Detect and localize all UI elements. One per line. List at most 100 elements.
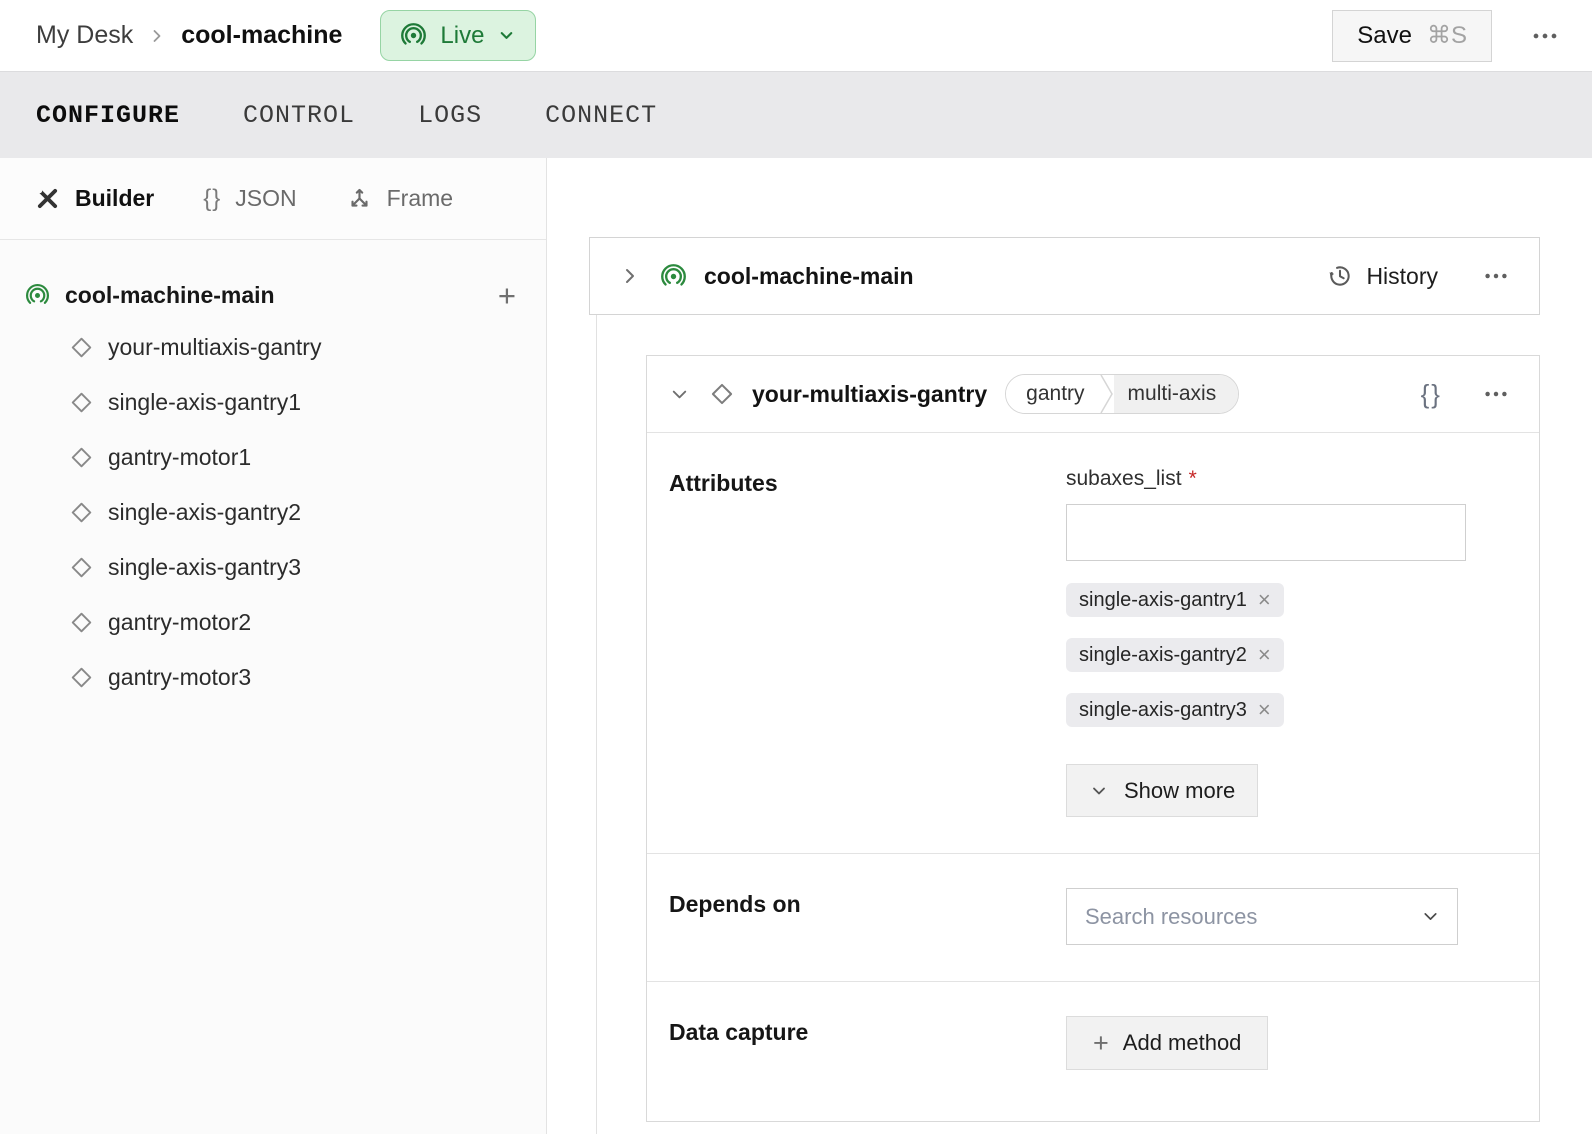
- live-status-dropdown[interactable]: Live: [380, 10, 536, 61]
- show-more-button[interactable]: Show more: [1066, 764, 1258, 817]
- tab-control[interactable]: CONTROL: [243, 101, 355, 130]
- component-overflow-menu-button[interactable]: [1478, 376, 1514, 412]
- machine-part-card: cool-machine-main History: [589, 237, 1540, 315]
- configure-page: Builder {} JSON Frame: [0, 158, 1592, 1134]
- broadcast-icon: [660, 263, 687, 290]
- history-clock-icon: [1327, 263, 1353, 289]
- chip-single-axis-gantry2: single-axis-gantry2 ×: [1066, 638, 1284, 672]
- collapse-component-chevron-down-icon[interactable]: [668, 383, 691, 406]
- component-diamond-icon: [68, 609, 95, 636]
- breadcrumb: My Desk cool-machine: [36, 21, 342, 50]
- save-shortcut-hint: ⌘S: [1427, 21, 1467, 50]
- tree-item-label: single-axis-gantry1: [108, 389, 301, 416]
- breadcrumb-parent-link[interactable]: My Desk: [36, 21, 133, 50]
- tree-item-single-axis-gantry1[interactable]: single-axis-gantry1: [25, 375, 522, 430]
- braces-icon: {}: [203, 185, 221, 213]
- tree-item-label: gantry-motor1: [108, 444, 251, 471]
- add-resource-button[interactable]: +: [492, 280, 522, 311]
- chevron-down-icon: [1089, 781, 1109, 801]
- component-card-title: your-multiaxis-gantry: [752, 381, 987, 408]
- save-button-label: Save: [1357, 22, 1412, 50]
- component-diamond-icon: [68, 554, 95, 581]
- ellipsis-icon: [1530, 21, 1560, 51]
- component-card-your-multiaxis-gantry: your-multiaxis-gantry gantry multi-axis …: [646, 355, 1540, 1122]
- broadcast-icon: [400, 22, 427, 49]
- remove-chip-close-icon[interactable]: ×: [1258, 589, 1271, 611]
- attributes-section: Attributes subaxes_list * single-axis-ga…: [647, 433, 1539, 853]
- chip-single-axis-gantry3: single-axis-gantry3 ×: [1066, 693, 1284, 727]
- machine-name: cool-machine: [181, 21, 342, 50]
- tree-item-single-axis-gantry3[interactable]: single-axis-gantry3: [25, 540, 522, 595]
- tree-item-gantry-motor3[interactable]: gantry-motor3: [25, 650, 522, 705]
- resource-sidebar: Builder {} JSON Frame: [0, 158, 547, 1134]
- component-diamond-icon: [68, 664, 95, 691]
- tree-item-your-multiaxis-gantry[interactable]: your-multiaxis-gantry: [25, 320, 522, 375]
- main-nav-tabs: CONFIGURE CONTROL LOGS CONNECT: [0, 71, 1592, 158]
- tab-configure[interactable]: CONFIGURE: [36, 101, 180, 130]
- machine-resource-tree: cool-machine-main + your-multiaxis-gantr…: [0, 240, 546, 705]
- attributes-section-body: subaxes_list * single-axis-gantry1 × sin…: [1066, 467, 1466, 817]
- tree-item-gantry-motor2[interactable]: gantry-motor2: [25, 595, 522, 650]
- chip-single-axis-gantry1: single-axis-gantry1 ×: [1066, 583, 1284, 617]
- tree-item-label: your-multiaxis-gantry: [108, 334, 321, 361]
- remove-chip-close-icon[interactable]: ×: [1258, 699, 1271, 721]
- view-mode-frame-label: Frame: [387, 185, 453, 212]
- required-marker: *: [1189, 467, 1197, 491]
- live-status-label: Live: [440, 22, 484, 50]
- chevron-down-icon: [497, 26, 516, 45]
- tree-root-row[interactable]: cool-machine-main +: [25, 270, 522, 320]
- crossed-tools-icon: [34, 185, 61, 212]
- tree-item-gantry-motor1[interactable]: gantry-motor1: [25, 430, 522, 485]
- remove-chip-close-icon[interactable]: ×: [1258, 644, 1271, 666]
- data-capture-section-label: Data capture: [669, 1016, 1066, 1070]
- view-mode-frame[interactable]: Frame: [346, 185, 453, 212]
- part-card-actions: History: [1327, 258, 1514, 294]
- tree-item-label: single-axis-gantry2: [108, 499, 301, 526]
- depends-on-section-label: Depends on: [669, 888, 1066, 945]
- tree-item-single-axis-gantry2[interactable]: single-axis-gantry2: [25, 485, 522, 540]
- tab-logs[interactable]: LOGS: [418, 101, 482, 130]
- tree-item-label: gantry-motor3: [108, 664, 251, 691]
- chevron-down-icon: [1420, 906, 1441, 927]
- history-button[interactable]: History: [1327, 263, 1438, 290]
- edit-json-braces-icon[interactable]: {}: [1421, 379, 1442, 410]
- component-type-model-badge: gantry multi-axis: [1005, 374, 1239, 414]
- frame-axes-icon: [346, 185, 373, 212]
- view-mode-builder[interactable]: Builder: [34, 185, 154, 212]
- component-card-header: your-multiaxis-gantry gantry multi-axis …: [647, 356, 1539, 433]
- select-placeholder: Search resources: [1085, 904, 1257, 930]
- plus-icon: +: [1093, 1030, 1109, 1057]
- subaxes-list-field-label: subaxes_list *: [1066, 467, 1466, 491]
- component-diamond-icon: [68, 499, 95, 526]
- subaxes-list-input[interactable]: [1066, 504, 1466, 561]
- nesting-guide-line: [596, 315, 597, 1134]
- show-more-label: Show more: [1124, 778, 1235, 804]
- add-method-button[interactable]: + Add method: [1066, 1016, 1268, 1070]
- expand-part-chevron-right-icon[interactable]: [618, 264, 642, 288]
- depends-on-resource-select[interactable]: Search resources: [1066, 888, 1458, 945]
- component-api-badge: gantry: [1006, 375, 1098, 413]
- component-diamond-icon: [68, 444, 95, 471]
- depends-on-section: Depends on Search resources: [647, 853, 1539, 981]
- view-mode-toggle: Builder {} JSON Frame: [0, 158, 546, 240]
- save-button[interactable]: Save ⌘S: [1332, 10, 1492, 62]
- ellipsis-icon: [1482, 380, 1510, 408]
- tab-connect[interactable]: CONNECT: [545, 101, 657, 130]
- depends-on-section-body: Search resources: [1066, 888, 1466, 945]
- view-mode-builder-label: Builder: [75, 185, 154, 212]
- chip-label: single-axis-gantry2: [1079, 644, 1247, 667]
- subaxes-chip-list: single-axis-gantry1 × single-axis-gantry…: [1066, 583, 1466, 727]
- history-button-label: History: [1366, 263, 1438, 290]
- component-card-actions: {}: [1421, 376, 1514, 412]
- chip-label: single-axis-gantry3: [1079, 699, 1247, 722]
- part-overflow-menu-button[interactable]: [1478, 258, 1514, 294]
- view-mode-json[interactable]: {} JSON: [203, 185, 296, 213]
- component-diamond-icon: [68, 334, 95, 361]
- data-capture-section-body: + Add method: [1066, 1016, 1466, 1070]
- chevron-right-icon: [147, 26, 167, 46]
- tree-item-label: single-axis-gantry3: [108, 554, 301, 581]
- header-overflow-menu-button[interactable]: [1526, 17, 1564, 55]
- header-actions: Save ⌘S: [1332, 10, 1564, 62]
- component-diamond-icon: [708, 380, 736, 408]
- configure-main-panel: cool-machine-main History: [547, 158, 1592, 1134]
